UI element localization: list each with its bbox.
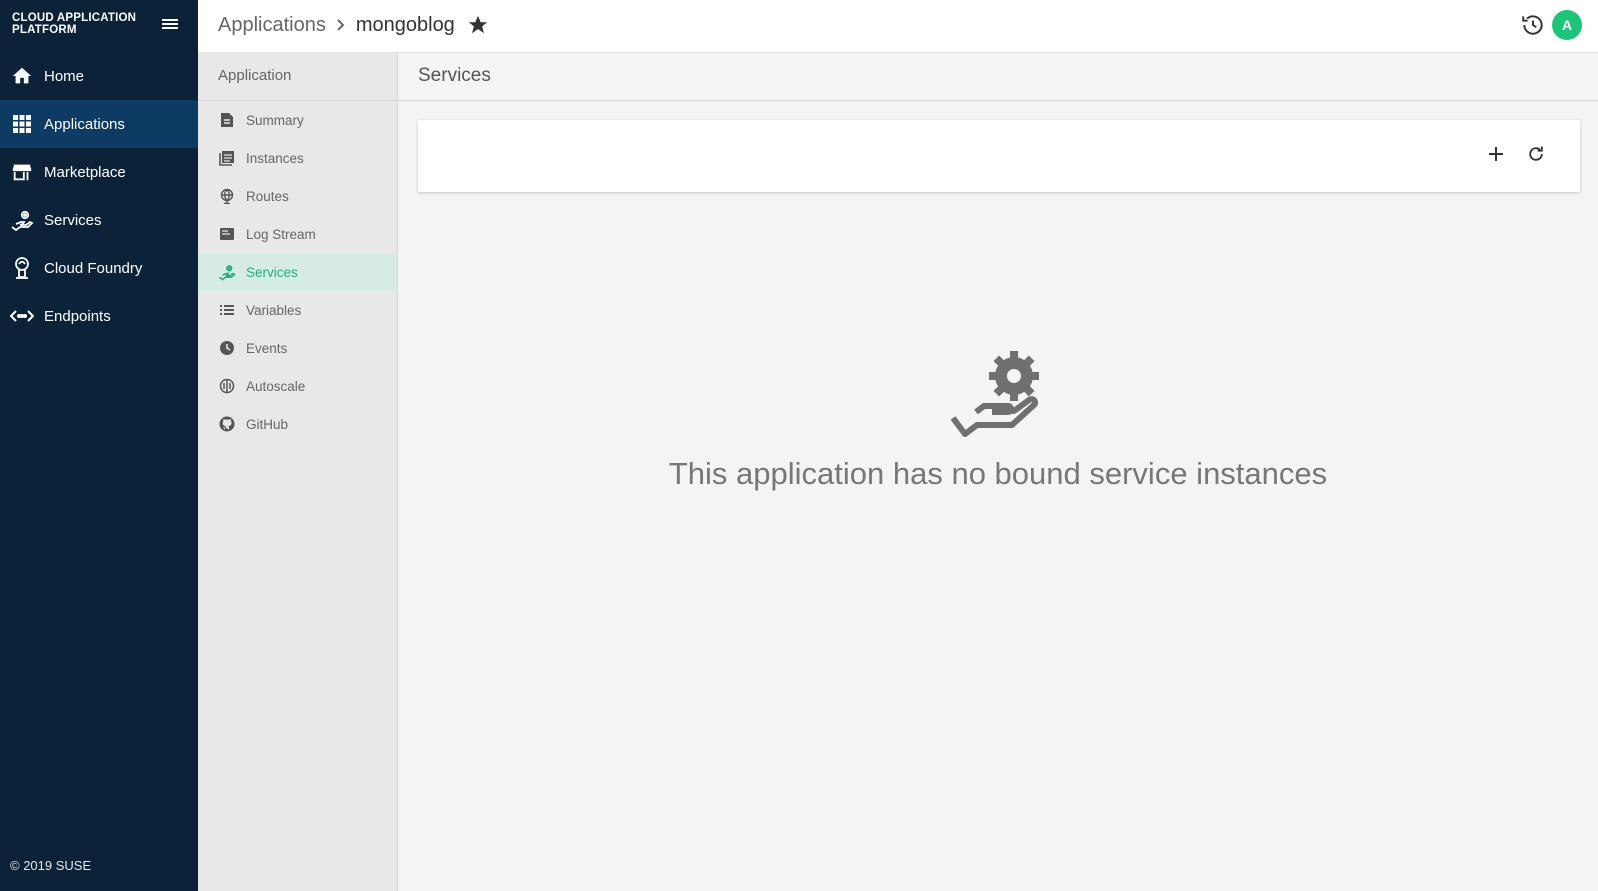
sidebar-item-applications[interactable]: Applications [0,100,198,148]
cloud-foundry-icon [10,256,34,280]
home-icon [10,64,34,88]
subnav-item-services[interactable]: Services [198,253,397,291]
top-header: Applications mongoblog A [198,0,1598,53]
sidebar-item-label: Applications [44,115,125,133]
services-toolbar [418,120,1580,192]
history-icon[interactable] [1520,12,1546,38]
subnav-item-label: Instances [246,150,304,166]
main-content: Services This application has no bound s… [398,52,1598,891]
sidebar-item-services[interactable]: Services [0,196,198,244]
subnav-title: Application [198,52,397,101]
sidebar-item-label: Services [44,211,102,229]
refresh-icon [1526,144,1546,169]
service-hand-icon [948,346,1048,438]
page-title: Services [398,52,1598,101]
hamburger-menu-icon[interactable] [160,15,180,33]
store-icon [10,160,34,184]
sidebar-item-home[interactable]: Home [0,52,198,100]
subnav-item-log-stream[interactable]: Log Stream [198,215,397,253]
subnav-item-events[interactable]: Events [198,329,397,367]
subnav-item-autoscale[interactable]: Autoscale [198,367,397,405]
list-icon [218,301,236,319]
subnav-item-label: GitHub [246,416,289,432]
subnav-item-label: Summary [246,112,304,128]
breadcrumb-current: mongoblog [355,13,455,36]
refresh-button[interactable] [1524,144,1548,168]
breadcrumb-applications-link[interactable]: Applications [218,14,326,37]
brand-logo[interactable]: CLOUD APPLICATION PLATFORM [12,12,152,36]
user-avatar[interactable]: A [1552,10,1582,40]
empty-state-message: This application has no bound service in… [668,456,1328,491]
document-icon [218,111,236,129]
sidebar-item-label: Marketplace [44,163,126,181]
empty-state: This application has no bound service in… [398,346,1598,492]
subnav-item-label: Log Stream [246,226,316,242]
log-icon [218,225,236,243]
subnav-item-routes[interactable]: Routes [198,177,397,215]
subnav-item-label: Variables [246,302,302,318]
plus-icon [1487,145,1505,168]
subnav-item-summary[interactable]: Summary [198,101,397,139]
sidebar-item-label: Endpoints [44,307,111,325]
sidebar-item-cloud-foundry[interactable]: Cloud Foundry [0,244,198,292]
sidebar-item-endpoints[interactable]: Endpoints [0,292,198,340]
brand-line-2: PLATFORM [12,24,77,36]
service-hand-icon [10,208,34,232]
sidebar-item-label: Cloud Foundry [44,259,143,277]
github-icon [218,415,236,433]
main-sidebar: CLOUD APPLICATION PLATFORM Home Applicat… [0,0,198,891]
main-nav: Home Applications Marketplace Services C… [0,52,198,340]
favorite-star-icon[interactable] [467,14,489,36]
subnav-item-github[interactable]: GitHub [198,405,397,443]
subnav-item-label: Autoscale [246,378,306,394]
globe-icon [218,187,236,205]
subnav-item-label: Events [246,340,288,356]
add-service-button[interactable] [1484,144,1508,168]
subnav-item-label: Services [246,264,298,280]
sidebar-item-marketplace[interactable]: Marketplace [0,148,198,196]
endpoints-icon [10,304,34,328]
application-subnav: Application Summary Instances Routes Log… [198,52,398,891]
service-hand-icon [218,263,236,281]
copyright-text: © 2019 SUSE [10,858,92,873]
clock-icon [218,339,236,357]
breadcrumb: Applications mongoblog [218,0,489,50]
subnav-item-variables[interactable]: Variables [198,291,397,329]
brand-line-1: CLOUD APPLICATION [12,12,137,24]
chevron-right-icon [334,18,348,32]
autoscale-icon [218,377,236,395]
instances-icon [218,149,236,167]
sidebar-item-label: Home [44,67,85,85]
apps-grid-icon [10,112,34,136]
subnav-item-instances[interactable]: Instances [198,139,397,177]
subnav-item-label: Routes [246,188,289,204]
